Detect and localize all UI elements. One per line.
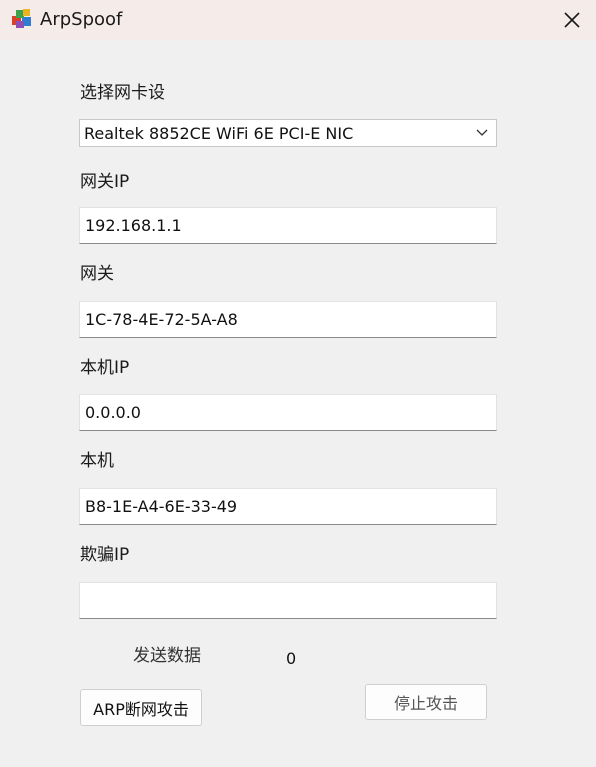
nic-select[interactable]: Realtek 8852CE WiFi 6E PCI-E NIC [79,119,497,147]
gateway-ip-input[interactable] [80,208,496,243]
local-ip-label: 本机IP [80,358,130,378]
gateway-mac-field [79,301,497,338]
spoof-ip-input[interactable] [80,583,496,618]
gateway-mac-input[interactable] [80,302,496,337]
gateway-ip-label: 网关IP [80,172,130,192]
arpspoof-app-icon [12,9,31,28]
gateway-ip-field [79,207,497,244]
title-bar[interactable]: ArpSpoof [0,0,596,40]
nic-label: 选择网卡设 [80,83,165,103]
spoof-ip-label: 欺骗IP [80,545,130,565]
window-title: ArpSpoof [40,9,123,30]
local-mac-label: 本机 [80,451,114,471]
spoof-ip-field [79,582,497,619]
close-icon [564,12,580,28]
chevron-down-icon [476,129,488,136]
sent-data-count: 0 [286,649,297,668]
local-mac-field [79,488,497,525]
sent-data-label: 发送数据 [133,646,201,666]
local-mac-input[interactable] [80,489,496,524]
app-window: ArpSpoof 选择网卡设 Realtek 8852CE WiFi 6E PC… [0,0,596,767]
close-button[interactable] [548,0,596,40]
nic-selected-value: Realtek 8852CE WiFi 6E PCI-E NIC [84,124,354,143]
local-ip-input[interactable] [80,395,496,430]
stop-attack-button[interactable]: 停止攻击 [365,684,487,720]
arp-attack-button[interactable]: ARP断网攻击 [80,689,202,726]
local-ip-field [79,394,497,431]
gateway-mac-label: 网关 [80,264,114,284]
